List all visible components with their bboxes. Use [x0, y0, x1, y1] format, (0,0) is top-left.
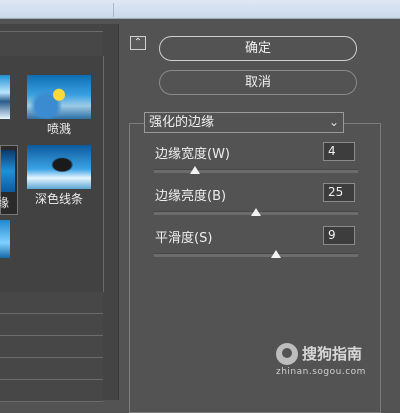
ok-button[interactable]: 确定 — [159, 36, 357, 61]
titlebar-separator — [113, 3, 114, 17]
gallery-item-accented-edges[interactable]: 缘 — [0, 145, 18, 215]
edge-width-label: 边缘宽度(W) — [155, 147, 230, 162]
filter-select[interactable]: 强化的边缘 ⌄ — [144, 112, 344, 133]
panel-divider — [118, 24, 119, 400]
smoothness-input[interactable]: 9 — [323, 226, 355, 245]
accented-edges-thumbnail — [1, 150, 15, 192]
edge-brightness-slider-thumb[interactable] — [251, 208, 261, 216]
chevron-down-icon: ⌄ — [328, 115, 339, 129]
filter-select-value: 强化的边缘 — [149, 115, 215, 130]
gallery-category-row[interactable] — [0, 314, 103, 336]
gallery-category-row[interactable] — [0, 336, 103, 358]
gallery-category-list — [0, 292, 103, 402]
sogou-watermark: 搜狗指南 zhinan.sogou.com — [276, 343, 396, 383]
smoothness-slider-track[interactable] — [154, 253, 358, 257]
smoothness-slider-thumb[interactable] — [271, 250, 282, 258]
gallery-category-row[interactable] — [0, 380, 103, 402]
edge-width-input[interactable]: 4 — [323, 142, 355, 161]
gallery-category-row[interactable] — [0, 292, 103, 314]
smoothness-label: 平滑度(S) — [155, 231, 213, 246]
watermark-brand: 搜狗指南 — [302, 345, 363, 363]
cancel-button[interactable]: 取消 — [159, 70, 357, 95]
gallery-category-row[interactable] — [0, 31, 103, 57]
dark-strokes-thumbnail — [27, 145, 91, 189]
gallery-item-label: 深色线条 — [34, 192, 83, 206]
edge-brightness-label: 边缘亮度(B) — [155, 189, 227, 204]
thumbnail-image — [0, 75, 10, 119]
edge-brightness-input[interactable]: 25 — [323, 183, 355, 202]
edge-width-slider-thumb[interactable] — [189, 166, 200, 174]
edge-width-slider-track[interactable] — [154, 169, 358, 173]
sogou-logo-icon — [276, 343, 298, 365]
window-titlebar — [0, 0, 400, 19]
spray-filter-thumbnail — [27, 75, 91, 119]
watermark-url: zhinan.sogou.com — [276, 367, 366, 377]
gallery-category-row[interactable] — [0, 358, 103, 380]
gallery-item-label: 缘 — [0, 196, 10, 210]
gallery-thumb-partial[interactable] — [0, 220, 10, 258]
collapse-gallery-icon[interactable]: ⌃ — [130, 36, 146, 50]
gallery-item-label: 喷溅 — [46, 122, 71, 136]
